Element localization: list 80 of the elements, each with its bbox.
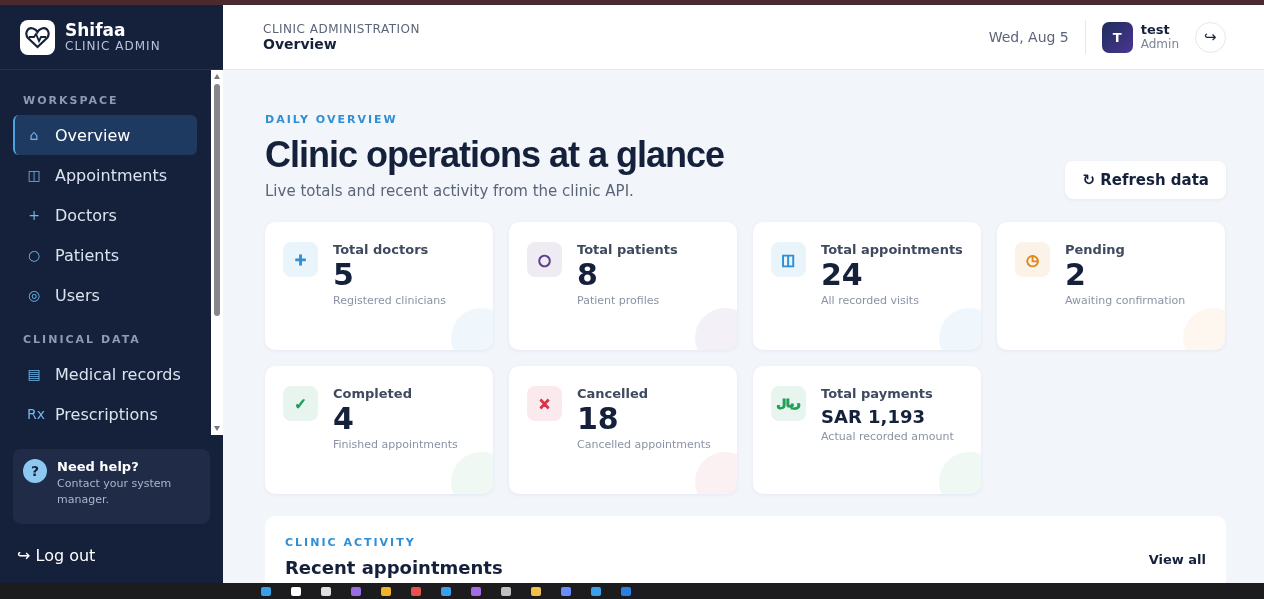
app-icon[interactable] — [440, 585, 452, 597]
nav-icon: ◎ — [27, 287, 41, 303]
nav-item[interactable]: ◎ Users — [13, 275, 197, 315]
stat-icon: ✓ — [294, 394, 307, 413]
section-title: WORKSPACE — [23, 94, 119, 107]
help-text: Contact your system manager. — [57, 476, 173, 508]
user-avatar: T — [1101, 21, 1133, 53]
nav-item[interactable]: ○ Patients — [13, 235, 197, 275]
stat-value: 4 — [333, 401, 354, 436]
stat-caption: All recorded visits — [821, 294, 919, 307]
stat-label: Total payments — [821, 386, 933, 401]
app-icon[interactable] — [260, 585, 272, 597]
stat-label: Total doctors — [333, 242, 429, 257]
app-icon[interactable] — [530, 585, 542, 597]
brand-subtitle: CLINIC ADMIN — [65, 39, 161, 54]
stat-label: Pending — [1065, 242, 1125, 257]
stat-caption: Finished appointments — [333, 438, 458, 451]
stat-icon: + — [294, 250, 307, 269]
nav-icon: ⌂ — [27, 127, 41, 143]
nav-icon: ◫ — [27, 167, 41, 183]
activity-eyebrow: CLINIC ACTIVITY — [285, 536, 417, 549]
user-name: test — [1140, 22, 1170, 38]
nav-label: Patients — [55, 245, 120, 265]
nav-label: Medical records — [55, 364, 181, 384]
nav-item[interactable]: ▤ Medical records — [13, 354, 197, 394]
stat-icon: ○ — [537, 250, 552, 269]
hero-title: Clinic operations at a glance — [265, 134, 725, 176]
page-title: Overview — [263, 36, 338, 52]
hero-eyebrow: DAILY OVERVIEW — [265, 113, 398, 126]
brand-name: Shifaa — [65, 20, 127, 40]
app-icon[interactable] — [500, 585, 512, 597]
stat-value: 18 — [577, 401, 619, 436]
stat-value: 24 — [821, 257, 863, 292]
nav-item[interactable]: ◫ Appointments — [13, 155, 197, 195]
stat-label: Total patients — [577, 242, 678, 257]
stat-caption: Actual recorded amount — [821, 430, 954, 443]
stat-caption: Awaiting confirmation — [1065, 294, 1186, 307]
stat-caption: Patient profiles — [577, 294, 660, 307]
header-eyebrow: CLINIC ADMINISTRATION — [263, 22, 421, 36]
app-icon[interactable] — [290, 585, 302, 597]
activity-title: Recent appointments — [285, 557, 503, 578]
stat-value: SAR 1,193 — [821, 406, 925, 427]
nav-label: Doctors — [55, 205, 117, 225]
stat-caption: Cancelled appointments — [577, 438, 711, 451]
nav-label: Users — [55, 285, 100, 305]
nav-icon: ○ — [27, 247, 41, 263]
app-icon[interactable] — [380, 585, 392, 597]
stat-icon: ◷ — [1025, 250, 1040, 269]
stat-icon: ريال — [776, 397, 801, 410]
stat-label: Total appointments — [821, 242, 963, 257]
stat-label: Completed — [333, 386, 412, 401]
refresh-button[interactable]: ↻ Refresh data — [1065, 161, 1226, 199]
app-icon[interactable] — [320, 585, 332, 597]
stat-icon: ◫ — [781, 250, 796, 269]
logout-link[interactable]: ↪ Log out — [17, 546, 96, 565]
help-icon: ? — [23, 459, 47, 483]
heart-logo-icon — [20, 19, 55, 55]
logout-button[interactable]: ↪ — [1195, 21, 1226, 53]
date-text: Wed, Aug 5 — [988, 20, 1086, 54]
app-icon[interactable] — [590, 585, 602, 597]
nav-icon: + — [27, 207, 41, 223]
stat-value: 5 — [333, 257, 354, 292]
stat-label: Cancelled — [577, 386, 649, 401]
hero-subtitle: Live totals and recent activity from the clinic API. — [265, 182, 635, 200]
nav-label: Overview — [55, 125, 131, 145]
stat-caption: Registered clinicians — [333, 294, 447, 307]
nav-icon: ▤ — [27, 366, 41, 382]
section-title: CLINICAL DATA — [23, 333, 141, 346]
nav-label: Appointments — [55, 165, 168, 185]
help-title: Need help? — [57, 459, 140, 474]
nav-label: Prescriptions — [55, 404, 158, 424]
nav-item[interactable]: Rx Prescriptions — [13, 394, 197, 434]
nav-item[interactable]: ⌂ Overview — [13, 115, 197, 155]
user-role: Admin — [1140, 37, 1179, 52]
stat-value: 2 — [1065, 257, 1086, 292]
scrollbar[interactable] — [211, 70, 223, 435]
nav-item[interactable]: + Doctors — [13, 195, 197, 235]
stat-value: 8 — [577, 257, 598, 292]
view-all-link[interactable]: View all — [1148, 552, 1206, 567]
stat-icon: × — [538, 394, 551, 413]
